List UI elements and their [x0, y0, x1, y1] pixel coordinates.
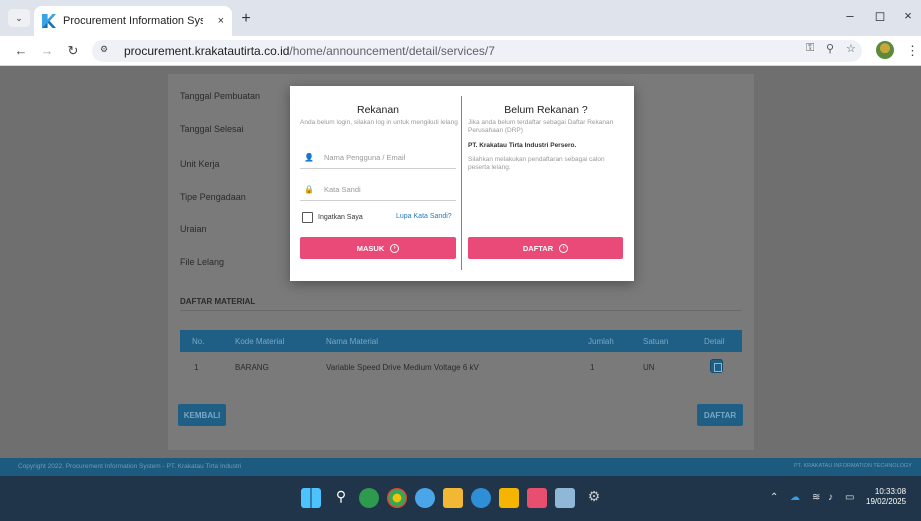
register-instruction: Silahkan melakukan pendaftaran sebagai c…	[468, 156, 605, 171]
clock-time: 10:33:08	[874, 487, 907, 496]
browser-menu-icon[interactable]: ⋮	[906, 43, 919, 59]
cell-kode: BARANG	[235, 363, 269, 372]
new-tab-button[interactable]: +	[236, 9, 256, 29]
search-icon[interactable]: ⚲	[331, 488, 351, 508]
tray-chevron-icon[interactable]: ⌃	[770, 492, 778, 503]
battery-icon[interactable]: ▭	[845, 492, 854, 503]
username-field[interactable]: 👤 Nama Pengguna / Email	[300, 147, 456, 169]
login-modal: Rekanan Anda belum login, silakan log in…	[290, 86, 634, 281]
password-placeholder: Kata Sandi	[324, 185, 361, 194]
address-bar-row: ← → ↻ ⚙ procurement.krakatautirta.co.id /…	[0, 36, 921, 66]
volume-icon[interactable]: ♪	[828, 492, 833, 503]
settings-gear-icon[interactable]: ⚙	[584, 488, 604, 508]
column-header: Kode Material	[235, 336, 285, 346]
zoom-icon[interactable]: ⚲	[826, 42, 834, 55]
register-button[interactable]: DAFTAR	[697, 404, 743, 426]
browser-tab[interactable]: Procurement Information Syste ×	[34, 6, 232, 36]
password-key-icon[interactable]: ⚿	[806, 42, 814, 55]
field-label-unit-kerja: Unit Kerja	[180, 159, 220, 169]
reload-icon[interactable]: ↻	[64, 43, 82, 59]
site-favicon-icon	[42, 14, 56, 28]
wifi-icon[interactable]: ≋	[812, 492, 820, 503]
back-arrow-icon[interactable]: ←	[12, 43, 30, 58]
section-divider	[180, 310, 742, 311]
lock-icon: 🔒	[304, 185, 314, 194]
arrow-right-circle-icon: ›	[559, 243, 569, 253]
username-placeholder: Nama Pengguna / Email	[324, 153, 406, 162]
url-input[interactable]: ⚙ procurement.krakatautirta.co.id/home/a…	[92, 40, 862, 62]
url-path: /home/announcement/detail/services/7	[289, 44, 495, 58]
login-button[interactable]: MASUK ›	[300, 237, 456, 259]
copilot-icon[interactable]	[359, 488, 379, 508]
app-yellow-icon[interactable]	[499, 488, 519, 508]
password-field[interactable]: 🔒 Kata Sandi	[300, 179, 456, 201]
column-header: Detail	[704, 336, 725, 346]
bookmark-star-icon[interactable]: ☆	[846, 42, 856, 55]
login-button-label: MASUK	[356, 243, 385, 253]
app-pink-icon[interactable]	[527, 488, 547, 508]
close-window-button[interactable]: ×	[897, 8, 919, 23]
profile-avatar[interactable]	[876, 41, 894, 59]
cell-satuan: UN	[643, 363, 655, 372]
belum-rekanan-description: Jika anda belum terdaftar sebagai Daftar…	[468, 119, 614, 134]
cell-nama: Variable Speed Drive Medium Voltage 6 kV	[326, 363, 479, 372]
rekanan-description: Anda belum login, silakan log in untuk m…	[300, 119, 458, 126]
onedrive-cloud-icon[interactable]: ☁	[790, 492, 800, 503]
tab-close-icon[interactable]: ×	[218, 15, 224, 27]
app-icon[interactable]	[415, 488, 435, 508]
forgot-password-link[interactable]: Lupa Kata Sandi?	[396, 213, 452, 220]
daftar-button[interactable]: DAFTAR ›	[468, 237, 623, 259]
rekanan-title: Rekanan	[356, 104, 400, 116]
app-light-icon[interactable]	[555, 488, 575, 508]
user-icon: 👤	[304, 153, 314, 162]
windows-taskbar: ⚲ ⚙ ⌃ ☁ ≋ ♪ ▭ 10:33:08 19/02/2025	[0, 476, 921, 521]
cell-no: 1	[194, 363, 199, 372]
arrow-right-circle-icon: ›	[390, 243, 400, 253]
column-header: Satuan	[643, 336, 669, 346]
edge-icon[interactable]	[471, 488, 491, 508]
browser-tabbar: ⌄ Procurement Information Syste × + – ◻ …	[0, 0, 921, 36]
clock-date: 19/02/2025	[866, 497, 907, 506]
modal-column-divider	[461, 96, 462, 270]
tab-title: Procurement Information Syste	[63, 15, 203, 27]
remember-checkbox[interactable]	[302, 212, 313, 223]
forward-arrow-icon[interactable]: →	[38, 43, 56, 58]
table-row: 1 BARANG Variable Speed Drive Medium Vol…	[180, 356, 742, 378]
detail-document-icon[interactable]	[710, 359, 723, 373]
minimize-button[interactable]: –	[839, 8, 861, 23]
footer-company: PT. KRAKATAU INFORMATION TECHNOLOGY	[794, 463, 912, 469]
site-info-icon[interactable]: ⚙	[100, 44, 116, 58]
start-menu-icon[interactable]	[301, 488, 321, 508]
field-label-uraian: Uraian	[180, 224, 207, 234]
maximize-button[interactable]: ◻	[869, 8, 891, 24]
belum-rekanan-title: Belum Rekanan ?	[504, 104, 588, 116]
cell-jumlah: 1	[590, 363, 595, 372]
system-clock[interactable]: 10:33:08 19/02/2025	[866, 487, 906, 507]
company-name: PT. Krakatau Tirta Industri Persero.	[468, 142, 577, 149]
column-header: Nama Material	[326, 336, 379, 346]
daftar-button-label: DAFTAR	[522, 243, 554, 253]
remember-label: Ingatkan Saya	[318, 214, 363, 221]
chrome-icon[interactable]	[387, 488, 407, 508]
field-label-tipe-pengadaan: Tipe Pengadaan	[180, 192, 246, 202]
url-domain: procurement.krakatautirta.co.id	[124, 44, 290, 58]
page-footer: Copyright 2022. Procurement Information …	[0, 458, 921, 476]
field-label-file-lelang: File Lelang	[180, 257, 225, 267]
tab-search-button[interactable]: ⌄	[8, 9, 30, 27]
footer-copyright: Copyright 2022. Procurement Information …	[18, 463, 242, 470]
file-explorer-icon[interactable]	[443, 488, 463, 508]
material-table-header: No. Kode Material Nama Material Jumlah S…	[180, 330, 742, 352]
field-label-tanggal-pembuatan: Tanggal Pembuatan	[180, 91, 261, 101]
column-header: Jumlah	[588, 336, 614, 346]
back-button[interactable]: KEMBALI	[178, 404, 226, 426]
column-header: No.	[192, 336, 205, 346]
field-label-tanggal-selesai: Tanggal Selesai	[180, 124, 244, 134]
section-title: DAFTAR MATERIAL	[180, 297, 256, 306]
